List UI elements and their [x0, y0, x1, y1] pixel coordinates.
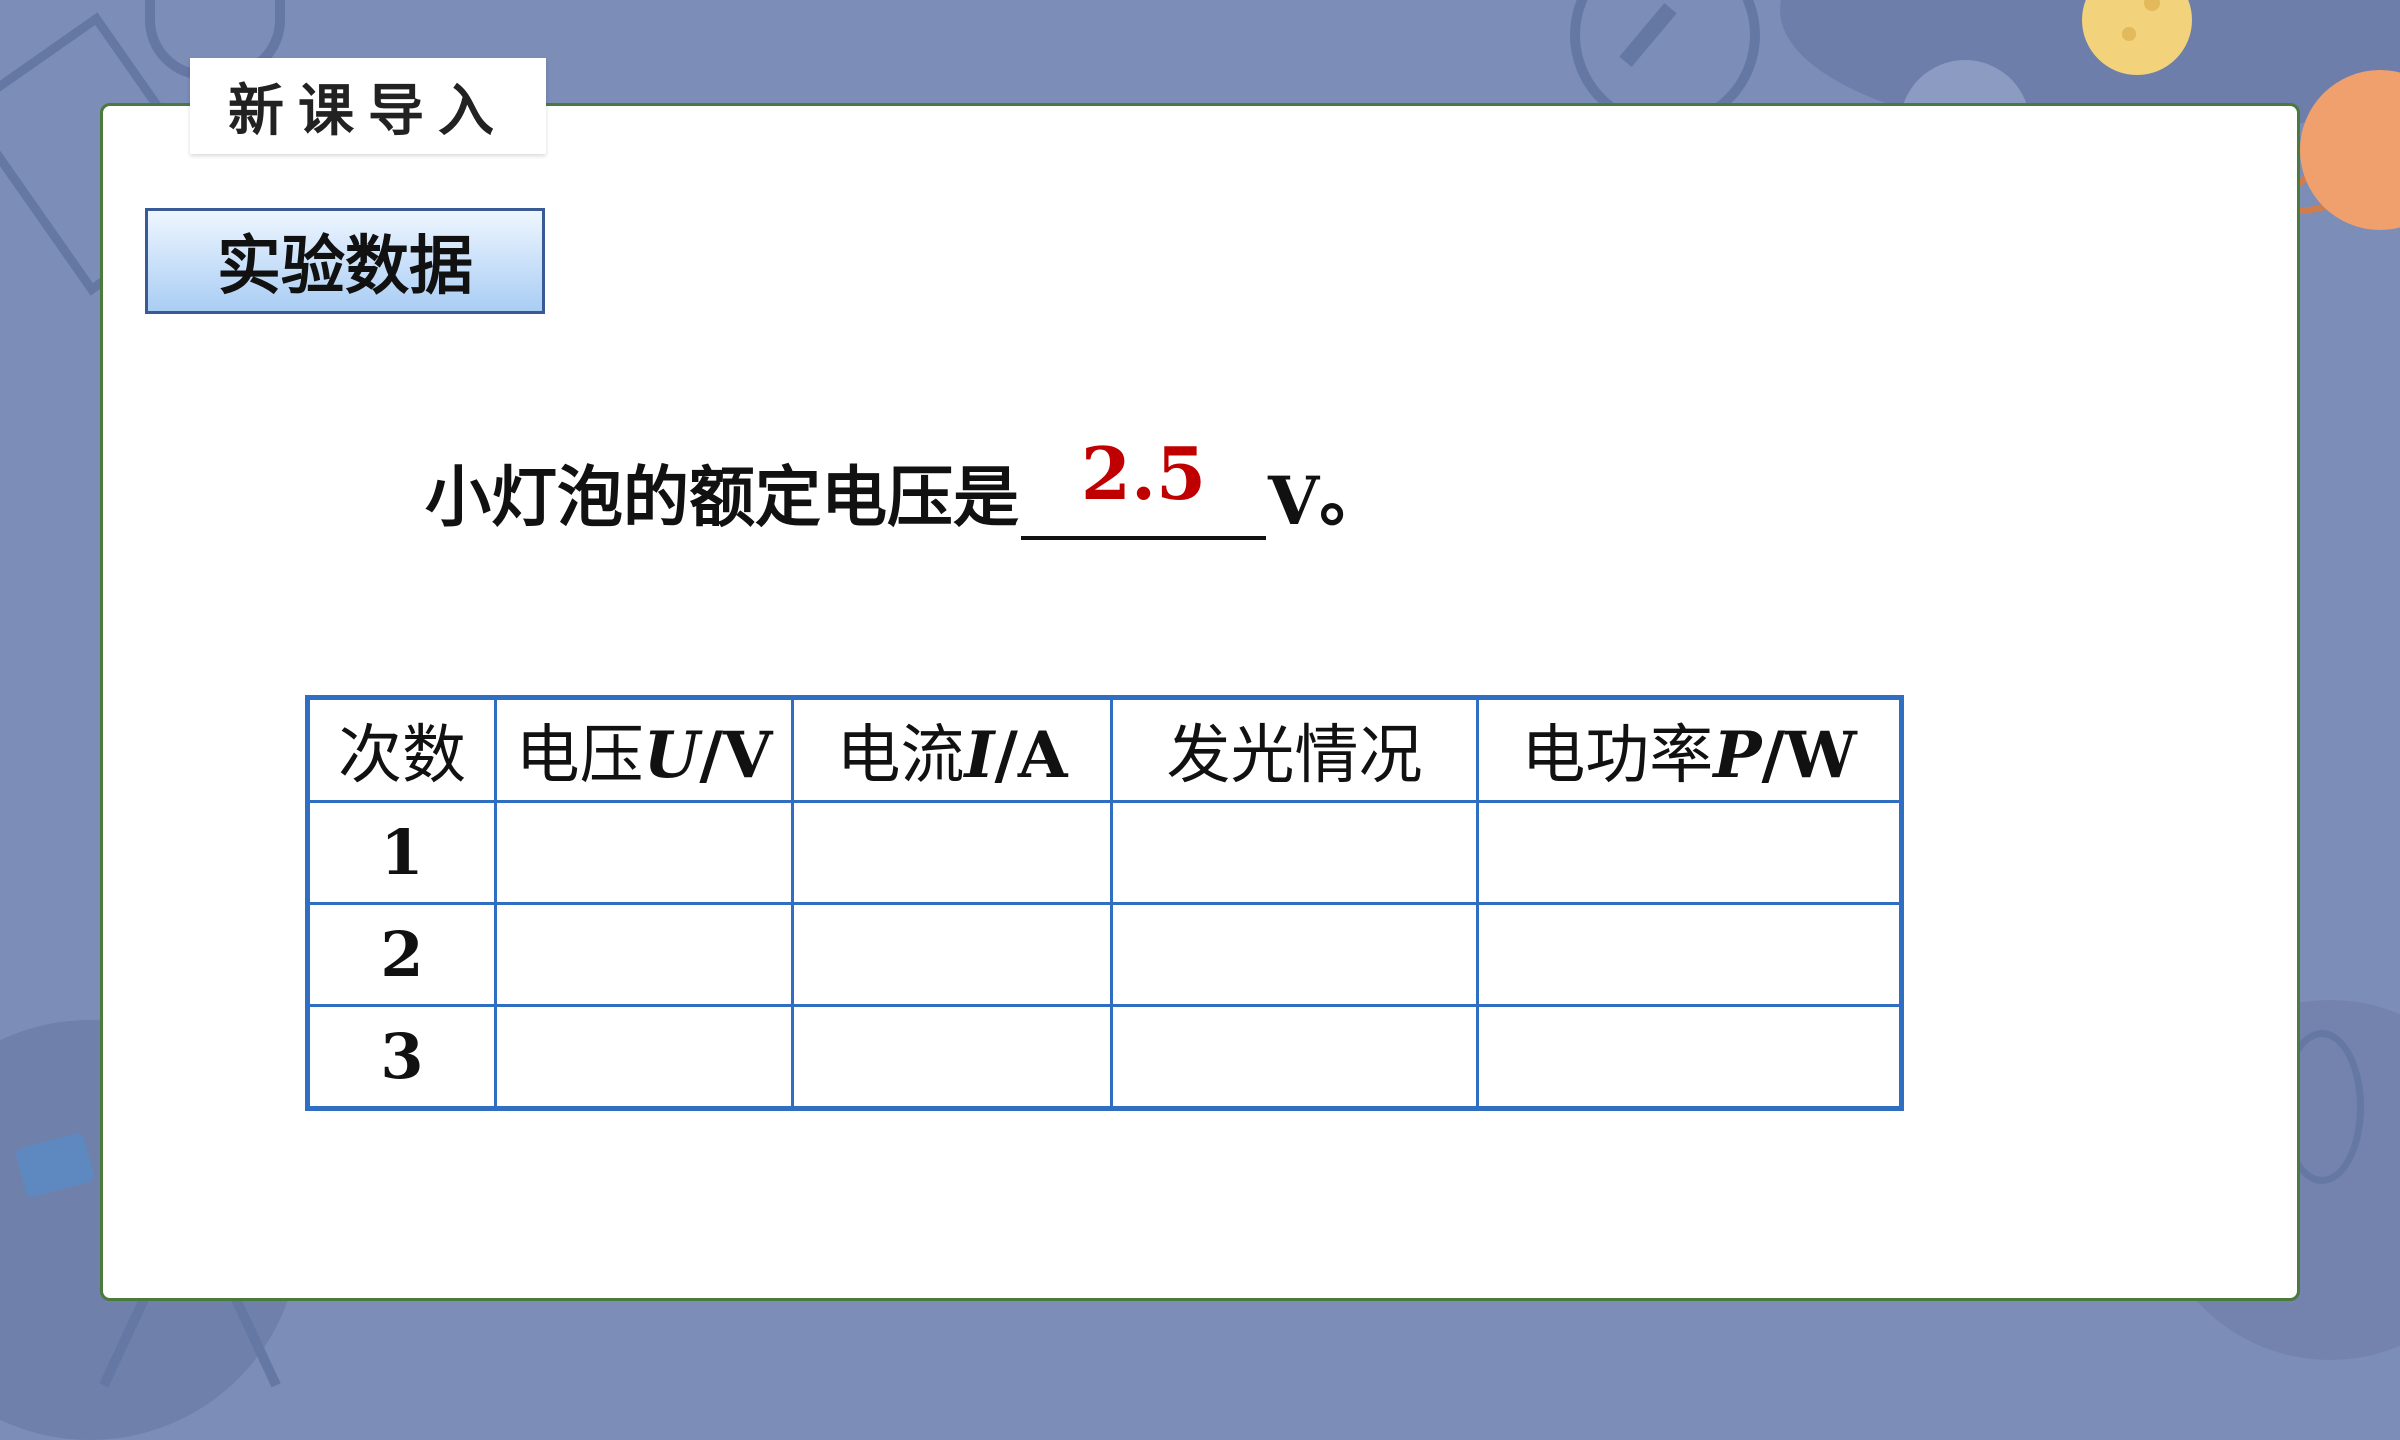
question-unit: V: [1268, 462, 1320, 540]
table-row: 1: [306, 800, 1903, 905]
question-line: 小灯泡的额定电压是 2.5 V 。: [425, 410, 1385, 540]
header-brightness-label: 发光情况: [1166, 719, 1423, 793]
section-title: 实验数据: [145, 208, 545, 314]
table-cell: [1476, 1004, 1903, 1110]
header-power-label: 电功率: [1521, 719, 1714, 793]
table-cell: [494, 800, 794, 905]
table-cell: [494, 1004, 794, 1110]
table-cell: [1476, 902, 1903, 1007]
lesson-tab: 新课导入: [190, 58, 546, 154]
table-row: 2: [306, 902, 1903, 1007]
table-cell: [1110, 1004, 1479, 1110]
header-voltage-symbol: U: [643, 718, 700, 793]
row-index: 2: [306, 902, 497, 1007]
header-current: 电流I/A: [791, 696, 1113, 803]
data-table: 次数 电压U/V 电流I/A 发光情况 电功率P/W 1 2 3: [305, 695, 1904, 1111]
section-title-text: 实验数据: [217, 230, 473, 304]
question-prefix: 小灯泡的额定电压是: [425, 459, 1019, 536]
table-cell: [791, 902, 1113, 1007]
header-brightness: 发光情况: [1110, 696, 1479, 803]
question-suffix: 。: [1319, 459, 1386, 536]
table-cell: [1476, 800, 1903, 905]
table-header-row: 次数 电压U/V 电流I/A 发光情况 电功率P/W: [306, 696, 1903, 803]
lesson-tab-label: 新课导入: [228, 77, 508, 144]
table-cell: [791, 800, 1113, 905]
header-power: 电功率P/W: [1476, 696, 1903, 803]
answer-blank: 2.5: [1021, 431, 1266, 540]
table-row: 3: [306, 1004, 1903, 1110]
header-power-unit: /W: [1761, 718, 1857, 793]
header-count-label: 次数: [338, 719, 466, 793]
header-voltage-label: 电压: [515, 719, 644, 793]
row-index: 1: [306, 800, 497, 905]
header-current-unit: /A: [994, 718, 1068, 793]
answer-value: 2.5: [1080, 431, 1207, 516]
header-current-symbol: I: [964, 718, 995, 793]
header-count: 次数: [306, 696, 497, 803]
table-cell: [791, 1004, 1113, 1110]
table-cell: [494, 902, 794, 1007]
row-index: 3: [306, 1004, 497, 1110]
header-current-label: 电流: [836, 719, 965, 793]
header-power-symbol: P: [1713, 718, 1762, 793]
header-voltage-unit: /V: [699, 718, 773, 793]
table-cell: [1110, 800, 1479, 905]
header-voltage: 电压U/V: [494, 696, 794, 803]
table-cell: [1110, 902, 1479, 1007]
